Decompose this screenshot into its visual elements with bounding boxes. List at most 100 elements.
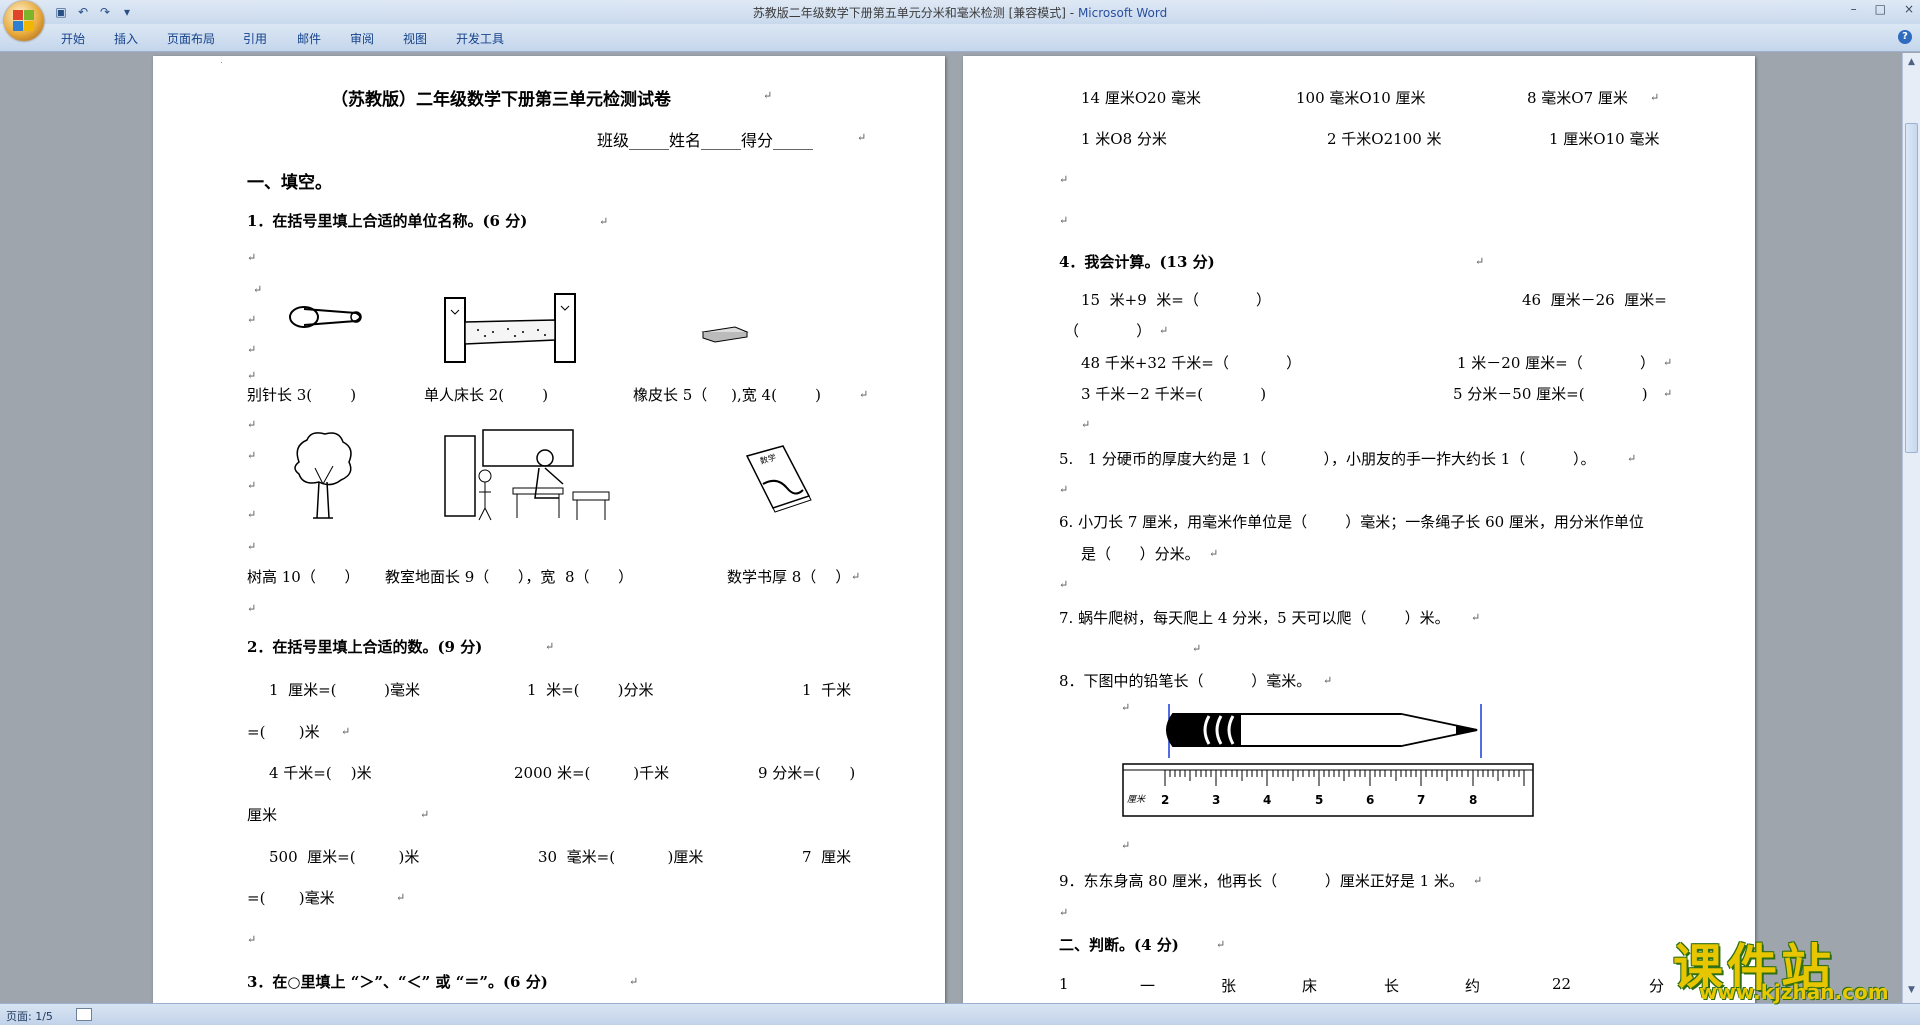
exam-title: （苏教版）二年级数学下册第三单元检测试卷 [331,90,671,110]
bed-image [444,293,576,363]
row1-bed: 单人床长 2( ) [424,386,549,404]
paragraph-mark: ↵ [629,975,639,988]
paragraph-mark: ↵ [247,343,257,356]
compare-item-3: 8 毫米O7 厘米 [1527,89,1628,107]
paragraph-mark: ↵ [599,215,609,228]
paragraph-mark: ↵ [247,369,257,382]
maximize-button[interactable]: □ [1875,2,1886,16]
document-workspace: （苏教版）二年级数学下册第三单元检测试卷 班级_____姓名_____得分___… [0,53,1902,1003]
q2-item-2: 1 米=( )分米 [527,681,654,699]
q2-item-6: 9 分米=( ) [758,764,856,782]
question-6-cont: 是（ ）分米。 [1081,545,1200,563]
q2-item-4: 4 千米=( )米 [269,764,372,782]
tab-developer[interactable]: 开发工具 [456,30,504,47]
question-5: 5. 1 分硬币的厚度大约是 1（ ），小朋友的手一拃大约长 1（ ）。 [1059,450,1596,468]
paragraph-mark: ↵ [763,89,773,102]
status-bar: 页面: 1/5 [0,1003,1920,1025]
paragraph-mark: ↵ [857,131,867,144]
calc-item-1: 15 米+9 米=（ ） [1081,291,1272,309]
question-2: 2．在括号里填上合适的数。(9 分) [247,638,483,656]
office-button[interactable] [4,1,44,41]
ruler-number: 5 [1315,793,1323,807]
paragraph-mark: ↵ [1323,674,1333,687]
app-name: Microsoft Word [1077,6,1168,20]
safety-pin-image [289,306,362,328]
judge-token: 分 [1649,977,1665,995]
paragraph-mark: ↵ [1059,578,1069,591]
q2-item-3: 1 千米 [802,681,852,699]
question-7: 7. 蜗牛爬树，每天爬上 4 分米，5 天可以爬（ ）米。 [1059,609,1450,627]
compare-item-1: 14 厘米O20 毫米 [1081,89,1202,107]
compare-item-6: 1 厘米O10 毫米 [1549,130,1660,148]
page-1: （苏教版）二年级数学下册第三单元检测试卷 班级_____姓名_____得分___… [153,56,945,1003]
student-info-line: 班级_____姓名_____得分_____ [597,131,814,150]
paragraph-mark: ↵ [247,540,257,553]
tab-view[interactable]: 视图 [403,30,427,47]
scroll-up-icon[interactable]: ▲ [1905,55,1918,69]
paragraph-mark: ↵ [247,479,257,492]
row2-classroom: 教室地面长 9（ ），宽 8（ ） [385,568,634,586]
q2-item-9-cont: =( )毫米 [247,889,335,907]
paragraph-mark: ↵ [420,808,430,821]
tab-home[interactable]: 开始 [61,30,85,47]
proofing-icon[interactable] [76,1008,92,1021]
row2-tree: 树高 10（ ） [247,568,360,586]
paragraph-mark: ↵ [1471,611,1481,624]
paragraph-mark: ↵ [247,449,257,462]
compare-item-5: 2 千米O2100 米 [1327,130,1442,148]
help-icon[interactable]: ? [1898,30,1912,44]
section-2-heading: 二、判断。(4 分) [1059,936,1179,954]
title-bar: ▣ ↶ ↷ ▾ 苏教版二年级数学下册第五单元分米和毫米检测 [兼容模式] - M… [0,0,1920,24]
paragraph-mark: ↵ [1081,418,1091,431]
compare-item-4: 1 米O8 分米 [1081,130,1167,148]
window-controls: – □ × [1851,2,1914,16]
paragraph-mark: ↵ [1059,173,1069,186]
tab-page-layout[interactable]: 页面布局 [167,30,215,47]
row1-safety-pin: 别针长 3( ) [247,386,357,404]
paragraph-mark: ↵ [1650,91,1660,104]
compare-item-2: 100 毫米O10 厘米 [1296,89,1426,107]
q2-item-9: 7 厘米 [802,848,852,866]
paragraph-mark: ↵ [1216,938,1226,951]
paragraph-mark: ↵ [1159,324,1169,337]
tab-mailings[interactable]: 邮件 [297,30,321,47]
office-logo-icon [13,10,35,32]
ruler-number: 7 [1417,793,1425,807]
q2-item-1: 1 厘米=( )毫米 [269,681,421,699]
calc-item-5: 3 千米－2 千米=( ) [1081,385,1267,403]
pencil-ruler-image: 厘米 2 3 4 5 6 7 8 [1122,704,1534,817]
tab-references[interactable]: 引用 [243,30,267,47]
judge-token: 张 [1221,977,1237,995]
scroll-down-icon[interactable]: ▼ [1905,983,1918,997]
paragraph-mark: ↵ [1663,356,1673,369]
question-4: 4．我会计算。(13 分) [1059,253,1215,271]
math-book-image: 数学 [745,445,812,513]
paragraph-mark: ↵ [1059,214,1069,227]
calc-item-3: 48 千米+32 千米=（ ） [1081,354,1302,372]
judge-token: 长 [1384,977,1400,995]
tab-review[interactable]: 审阅 [350,30,374,47]
ruler-number: 3 [1212,793,1220,807]
classroom-image [444,429,610,521]
paragraph-mark: ↵ [1627,452,1637,465]
paragraph-mark: ↵ [851,570,861,583]
paragraph-mark: ↵ [545,640,555,653]
scroll-thumb[interactable] [1905,123,1918,453]
judge-token: 一 [1140,977,1156,995]
tab-insert[interactable]: 插入 [114,30,138,47]
vertical-scrollbar[interactable]: ▲ ▼ [1902,53,1920,1003]
ruler-unit-label: 厘米 [1127,794,1146,805]
paragraph-mark: ↵ [1192,642,1202,655]
calc-item-4: 1 米－20 厘米=（ ） [1457,354,1655,372]
paragraph-mark: ↵ [1473,874,1483,887]
eraser-image [701,326,749,343]
ruler-number: 6 [1366,793,1374,807]
close-button[interactable]: × [1904,2,1914,16]
paragraph-mark: ↵ [341,725,351,738]
paragraph-mark: ↵ [1121,839,1131,852]
page-count[interactable]: 页面: 1/5 [6,1008,53,1024]
document-name: 苏教版二年级数学下册第五单元分米和毫米检测 [兼容模式] [752,6,1066,20]
judge-token: 床 [1302,977,1318,995]
minimize-button[interactable]: – [1851,2,1857,16]
paragraph-mark: ↵ [396,891,406,904]
